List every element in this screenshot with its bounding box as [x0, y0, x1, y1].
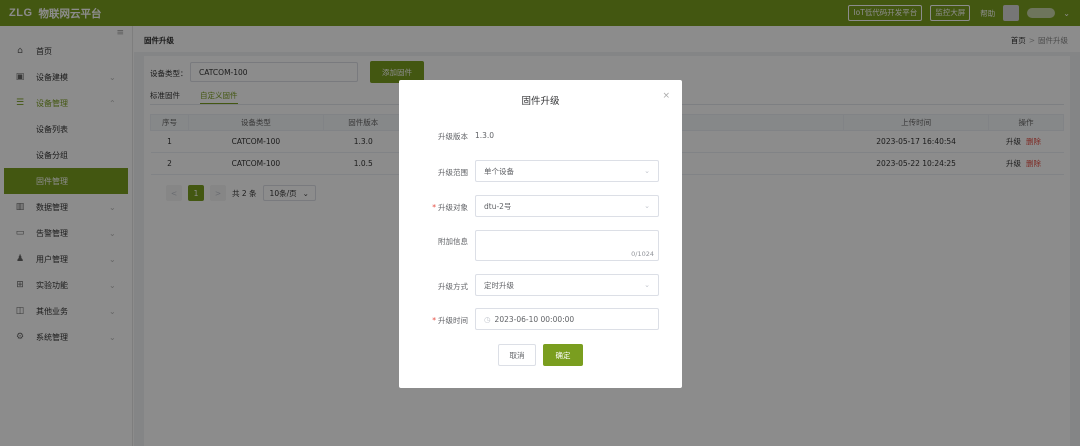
chevron-down-icon: ⌄: [644, 202, 650, 210]
info-textarea[interactable]: 0/1024: [475, 230, 659, 261]
version-value: 1.3.0: [475, 131, 495, 140]
time-value: 2023-06-10 00:00:00: [494, 314, 575, 324]
mode-select[interactable]: 定时升级 ⌄: [475, 274, 659, 296]
mode-label: 升级方式: [438, 282, 468, 291]
scope-label: 升级范围: [438, 168, 468, 177]
version-label: 升级版本: [438, 132, 468, 141]
time-picker[interactable]: ◷ 2023-06-10 00:00:00: [475, 308, 659, 330]
target-label: 升级对象: [438, 203, 468, 212]
target-select[interactable]: dtu-2号 ⌄: [475, 195, 659, 217]
scope-select[interactable]: 单个设备 ⌄: [475, 160, 659, 182]
info-label: 附加信息: [438, 237, 468, 246]
required-mark: *: [432, 316, 436, 325]
target-label-wrap: * 升级对象: [432, 202, 468, 213]
target-value: dtu-2号: [484, 201, 512, 211]
mode-value: 定时升级: [484, 280, 514, 290]
chevron-down-icon: ⌄: [644, 281, 650, 289]
time-label-wrap: * 升级时间: [432, 315, 468, 326]
required-mark: *: [432, 203, 436, 212]
clock-icon: ◷: [484, 314, 491, 324]
time-label: 升级时间: [438, 316, 468, 325]
chevron-down-icon: ⌄: [644, 167, 650, 175]
scope-value: 单个设备: [484, 166, 514, 176]
close-icon[interactable]: ×: [662, 91, 670, 101]
dialog-title: 固件升级: [521, 96, 560, 107]
confirm-button[interactable]: 确定: [543, 344, 583, 366]
cancel-button[interactable]: 取消: [498, 344, 536, 366]
firmware-upgrade-dialog: 固件升级 × 升级版本 1.3.0 升级范围 单个设备 ⌄ * 升级对象 dtu-…: [399, 80, 682, 388]
char-counter: 0/1024: [631, 250, 654, 258]
